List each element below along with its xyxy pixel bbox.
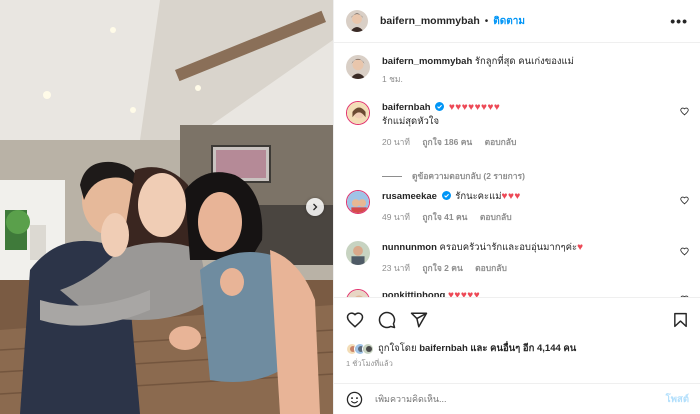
share-icon[interactable] (410, 311, 428, 329)
comment-item: rusameekae รักนะคะแม่♥♥♥ 49 นาที ถูกใจ 4… (346, 190, 689, 224)
likes-middle: และ (470, 343, 488, 354)
comment-icon[interactable] (378, 311, 396, 329)
post-dialog: baifern_mommybah • ติดตาม ••• baifern_mo… (0, 0, 700, 414)
comment-text: รักแม่สุดหัวใจ (382, 116, 440, 127)
comment-item: nunnunmon ครอบครัวน่ารักและอบอุ่นมากๆค่ะ… (346, 241, 689, 275)
comment-input[interactable] (375, 394, 666, 404)
caption-time[interactable]: 1 ชม. (382, 74, 403, 84)
post-actions: ถูกใจโดย baifernbah และ คนอื่นๆ อีก 4,14… (334, 297, 700, 383)
replies-divider (382, 175, 402, 177)
heart-icon[interactable] (346, 311, 364, 329)
post-side-panel: baifern_mommybah • ติดตาม ••• baifern_mo… (333, 0, 700, 414)
likes-prefix: ถูกใจโดย (378, 343, 417, 354)
post-comment-button[interactable]: โพสต์ (666, 392, 689, 407)
comment-likes[interactable]: ถูกใจ 186 คน (422, 137, 472, 147)
comment-likes[interactable]: ถูกใจ 41 คน (422, 212, 467, 222)
chevron-right-icon (313, 203, 318, 211)
comment-item: baifernbah ♥♥♥♥♥♥♥♥ รักแม่สุดหัวใจ 20 นา… (346, 101, 689, 149)
avatar[interactable] (346, 241, 370, 265)
caption-text: รักลูกที่สุด คนเก่งของแม่ (474, 56, 574, 67)
avatar[interactable] (346, 190, 370, 214)
comment-text: รักนะคะแม่ (455, 191, 502, 202)
likes-summary[interactable]: ถูกใจโดย baifernbah และ คนอื่นๆ อีก 4,14… (346, 341, 576, 356)
bookmark-icon[interactable] (672, 311, 689, 329)
reply-button[interactable]: ตอบกลับ (475, 263, 507, 273)
caption-username[interactable]: baifern_mommybah (382, 56, 472, 67)
comments-list: baifern_mommybah รักลูกที่สุด คนเก่งของแ… (334, 44, 700, 297)
separator-dot: • (484, 15, 489, 27)
view-replies-button[interactable]: ดูข้อความตอบกลับ (2 รายการ) (382, 169, 525, 183)
reply-button[interactable]: ตอบกลับ (485, 137, 517, 147)
heart-icon[interactable] (680, 196, 689, 205)
avatar[interactable] (346, 10, 368, 32)
comment-time[interactable]: 23 นาที (382, 263, 410, 273)
comment-hearts: ♥ (577, 242, 584, 253)
more-icon[interactable]: ••• (670, 13, 688, 29)
post-photo[interactable] (0, 0, 333, 414)
verified-icon (441, 191, 451, 200)
emoji-icon[interactable] (346, 391, 363, 408)
post-header: baifern_mommybah • ติดตาม ••• (334, 0, 700, 43)
comment-username[interactable]: nunnunmon (382, 242, 437, 253)
comment-text: ครอบครัวน่ารักและอบอุ่นมากๆค่ะ (439, 242, 578, 253)
post-time[interactable]: 1 ชั่วโมงที่แล้ว (346, 358, 393, 370)
comment-time[interactable]: 49 นาที (382, 212, 410, 222)
comment-hearts: ♥♥♥ (501, 191, 521, 202)
next-photo-button[interactable] (306, 198, 324, 216)
avatar[interactable] (346, 55, 370, 79)
reply-button[interactable]: ตอบกลับ (480, 212, 512, 222)
avatar[interactable] (346, 289, 370, 297)
follow-button[interactable]: ติดตาม (493, 14, 525, 29)
comment-username[interactable]: ponkittiphong (382, 290, 445, 297)
view-replies-label: ดูข้อความตอบกลับ (2 รายการ) (412, 171, 525, 181)
avatar[interactable] (346, 101, 370, 125)
comment-item: ponkittiphong ♥♥♥♥♥ (346, 289, 689, 297)
caption: baifern_mommybah รักลูกที่สุด คนเก่งของแ… (346, 55, 689, 86)
heart-icon[interactable] (680, 247, 689, 256)
comment-composer: โพสต์ (334, 383, 700, 414)
comment-username[interactable]: rusameekae (382, 191, 437, 202)
likes-user[interactable]: baifernbah (419, 343, 468, 354)
likes-others[interactable]: คนอื่นๆ อีก 4,144 คน (490, 343, 576, 354)
comment-time[interactable]: 20 นาที (382, 137, 410, 147)
comment-username[interactable]: baifernbah (382, 102, 431, 113)
header-username[interactable]: baifern_mommybah (380, 15, 480, 27)
verified-icon (435, 102, 445, 111)
comment-hearts: ♥♥♥♥♥ (447, 290, 481, 297)
comment-likes[interactable]: ถูกใจ 2 คน (422, 263, 462, 273)
avatar (362, 342, 374, 355)
heart-icon[interactable] (680, 107, 689, 116)
comment-hearts: ♥♥♥♥♥♥♥♥ (448, 102, 501, 113)
photo-image (0, 0, 333, 414)
